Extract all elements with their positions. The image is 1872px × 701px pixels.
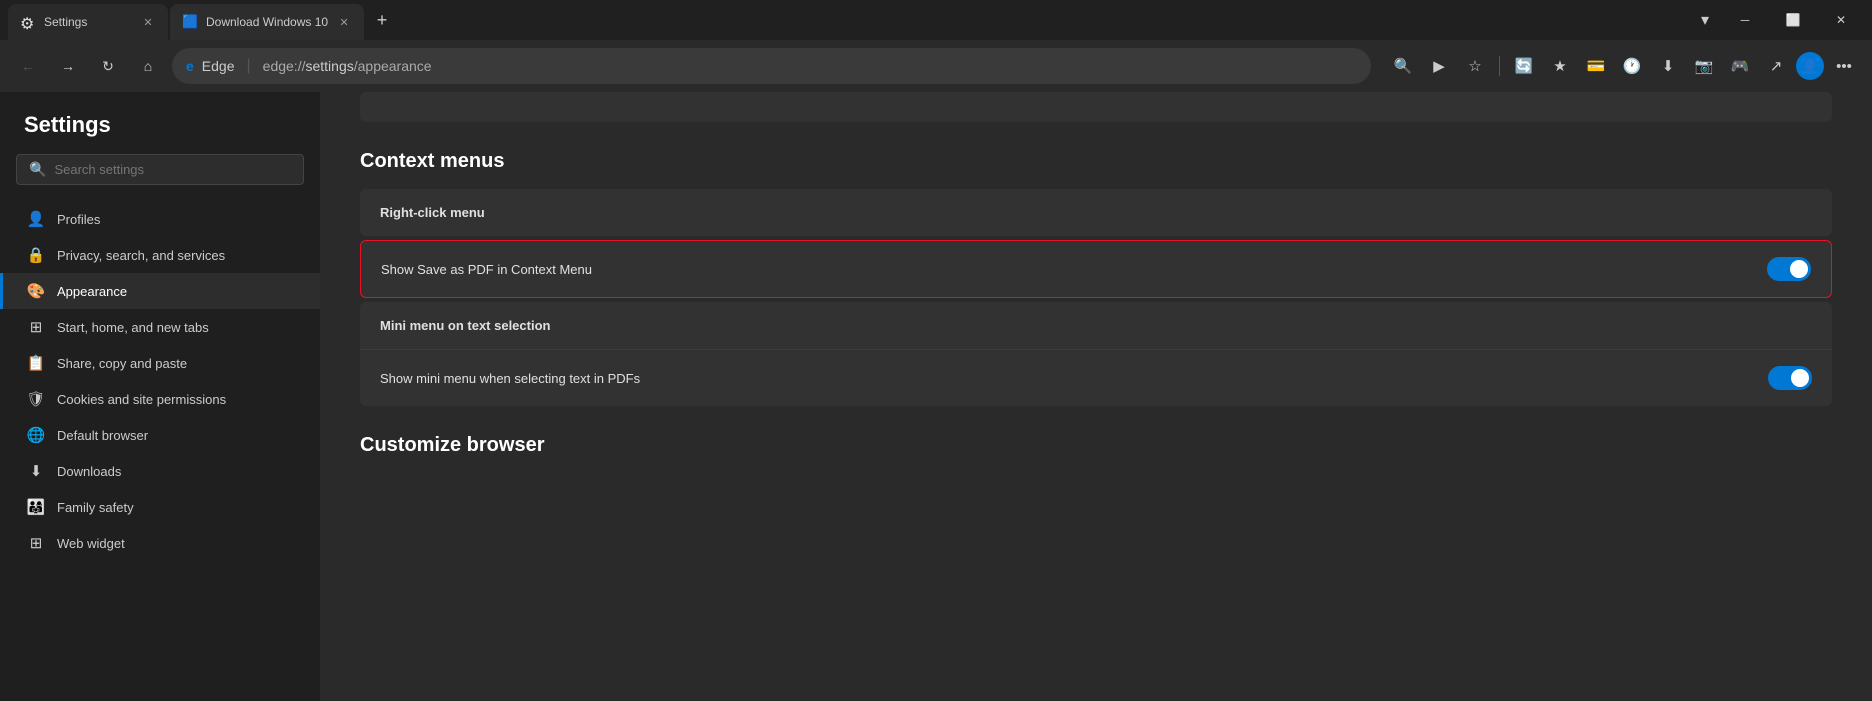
back-button[interactable]: ← <box>12 50 44 82</box>
restore-button[interactable]: ⬜ <box>1770 4 1816 36</box>
site-name-label: Edge <box>202 58 235 74</box>
show-save-pdf-label: Show Save as PDF in Context Menu <box>381 262 1767 277</box>
show-save-pdf-row: Show Save as PDF in Context Menu <box>361 241 1831 297</box>
sidebar-item-downloads-label: Downloads <box>57 464 121 479</box>
screenshot-icon[interactable]: 📷 <box>1688 50 1720 82</box>
cookies-icon: 🛡 <box>27 390 45 408</box>
mini-menu-header-row: Mini menu on text selection <box>360 302 1832 350</box>
sidebar-item-downloads[interactable]: ⬇ Downloads <box>0 453 320 489</box>
sidebar-item-family-safety[interactable]: 👨‍👩‍👧 Family safety <box>0 489 320 525</box>
address-input[interactable]: e Edge | edge://context-menussettings/ap… <box>172 48 1371 84</box>
share-icon[interactable]: ↗ <box>1760 50 1792 82</box>
home-button[interactable]: ⌂ <box>132 50 164 82</box>
close-button[interactable]: ✕ <box>1818 4 1864 36</box>
family-safety-icon: 👨‍👩‍👧 <box>27 498 45 516</box>
download-tab-close[interactable]: ✕ <box>336 14 352 30</box>
download-tab-icon: 🟦 <box>182 14 198 30</box>
sidebar-title: Settings <box>0 112 320 154</box>
wallet-icon[interactable]: 💳 <box>1580 50 1612 82</box>
profile-avatar[interactable]: 👤 <box>1796 52 1824 80</box>
toggle-knob-save-pdf <box>1790 260 1808 278</box>
more-menu-icon[interactable]: ••• <box>1828 50 1860 82</box>
toolbar-divider-1 <box>1499 56 1500 76</box>
show-mini-menu-pdfs-toggle[interactable] <box>1768 366 1812 390</box>
downloads-icon: ⬇ <box>27 462 45 480</box>
refresh-button[interactable]: ↻ <box>92 50 124 82</box>
search-input[interactable] <box>54 162 291 177</box>
right-click-menu-row: Right-click menu <box>360 189 1832 236</box>
url-separator: | <box>247 57 251 75</box>
search-icon: 🔍 <box>29 161 46 178</box>
sidebar-item-web-widget[interactable]: ⊞ Web widget <box>0 525 320 561</box>
download-tab-label: Download Windows 10 <box>206 15 328 29</box>
sidebar-item-family-safety-label: Family safety <box>57 500 134 515</box>
tab-group: ⚙ Settings ✕ 🟦 Download Windows 10 ✕ <box>8 0 364 40</box>
tab-settings[interactable]: ⚙ Settings ✕ <box>8 4 168 40</box>
title-bar: ⚙ Settings ✕ 🟦 Download Windows 10 ✕ + ▾… <box>0 0 1872 40</box>
refresh-tools-icon[interactable]: 🔄 <box>1508 50 1540 82</box>
gamepad-icon[interactable]: 🎮 <box>1724 50 1756 82</box>
top-partial-card <box>360 92 1832 122</box>
sidebar-item-web-widget-label: Web widget <box>57 536 125 551</box>
sidebar-item-default-browser-label: Default browser <box>57 428 148 443</box>
mini-menu-card: Mini menu on text selection Show mini me… <box>360 302 1832 406</box>
tab-group-area: ⚙ Settings ✕ 🟦 Download Windows 10 ✕ + <box>8 0 1690 40</box>
tab-download-win10[interactable]: 🟦 Download Windows 10 ✕ <box>170 4 364 40</box>
new-tab-button[interactable]: + <box>368 6 396 34</box>
context-menus-section-title: Context menus <box>360 150 1832 173</box>
sidebar-item-default-browser[interactable]: 🌐 Default browser <box>0 417 320 453</box>
settings-tab-label: Settings <box>44 15 132 29</box>
forward-button[interactable]: → <box>52 50 84 82</box>
web-widget-icon: ⊞ <box>27 534 45 552</box>
address-bar: ← → ↻ ⌂ e Edge | edge://context-menusset… <box>0 40 1872 92</box>
sidebar-item-profiles-label: Profiles <box>57 212 100 227</box>
content-area: Context menus Right-click menu Show Save… <box>320 92 1872 701</box>
toolbar-icons: 🔍 ▶ ☆ 🔄 ★ 💳 🕐 ⬇ 📷 🎮 ↗ 👤 ••• <box>1387 50 1860 82</box>
edge-logo-icon: e <box>186 58 194 74</box>
minimize-button[interactable]: ─ <box>1722 4 1768 36</box>
settings-tab-close[interactable]: ✕ <box>140 14 156 30</box>
sidebar-nav: 👤 Profiles 🔒 Privacy, search, and servic… <box>0 201 320 561</box>
settings-tab-icon: ⚙ <box>20 14 36 30</box>
appearance-icon: 🎨 <box>27 282 45 300</box>
default-browser-icon: 🌐 <box>27 426 45 444</box>
toggle-knob-mini-menu <box>1791 369 1809 387</box>
sidebar-item-privacy[interactable]: 🔒 Privacy, search, and services <box>0 237 320 273</box>
downloads-toolbar-icon[interactable]: ⬇ <box>1652 50 1684 82</box>
start-home-icon: ⊞ <box>27 318 45 336</box>
play-icon[interactable]: ▶ <box>1423 50 1455 82</box>
favorites-icon[interactable]: ☆ <box>1459 50 1491 82</box>
customize-browser-section-title: Customize browser <box>360 434 1832 457</box>
sidebar-item-share-copy-label: Share, copy and paste <box>57 356 187 371</box>
share-copy-icon: 📋 <box>27 354 45 372</box>
privacy-icon: 🔒 <box>27 246 45 264</box>
show-mini-menu-pdfs-row: Show mini menu when selecting text in PD… <box>360 350 1832 406</box>
right-click-menu-label: Right-click menu <box>380 205 1812 220</box>
sidebar: Settings 🔍 👤 Profiles 🔒 Privacy, search,… <box>0 92 320 701</box>
show-save-pdf-card: Show Save as PDF in Context Menu <box>360 240 1832 298</box>
main-layout: Settings 🔍 👤 Profiles 🔒 Privacy, search,… <box>0 92 1872 701</box>
sidebar-item-cookies[interactable]: 🛡 Cookies and site permissions <box>0 381 320 417</box>
sidebar-item-share-copy[interactable]: 📋 Share, copy and paste <box>0 345 320 381</box>
mini-menu-header-label: Mini menu on text selection <box>380 318 1812 333</box>
show-save-pdf-toggle[interactable] <box>1767 257 1811 281</box>
sidebar-item-appearance[interactable]: 🎨 Appearance <box>0 273 320 309</box>
zoom-icon[interactable]: 🔍 <box>1387 50 1419 82</box>
profiles-icon: 👤 <box>27 210 45 228</box>
search-box[interactable]: 🔍 <box>16 154 304 185</box>
sidebar-item-privacy-label: Privacy, search, and services <box>57 248 225 263</box>
sidebar-item-start-home-label: Start, home, and new tabs <box>57 320 209 335</box>
right-click-menu-card: Right-click menu <box>360 189 1832 236</box>
history-icon[interactable]: 🕐 <box>1616 50 1648 82</box>
sidebar-item-cookies-label: Cookies and site permissions <box>57 392 226 407</box>
collections-icon[interactable]: ★ <box>1544 50 1576 82</box>
tab-dropdown-button[interactable]: ▾ <box>1690 4 1720 36</box>
sidebar-item-appearance-label: Appearance <box>57 284 127 299</box>
show-mini-menu-pdfs-label: Show mini menu when selecting text in PD… <box>380 371 1768 386</box>
sidebar-item-start-home[interactable]: ⊞ Start, home, and new tabs <box>0 309 320 345</box>
sidebar-item-profiles[interactable]: 👤 Profiles <box>0 201 320 237</box>
window-controls: ▾ ─ ⬜ ✕ <box>1690 4 1864 36</box>
url-text: edge://context-menussettings/appearance <box>263 58 1357 74</box>
